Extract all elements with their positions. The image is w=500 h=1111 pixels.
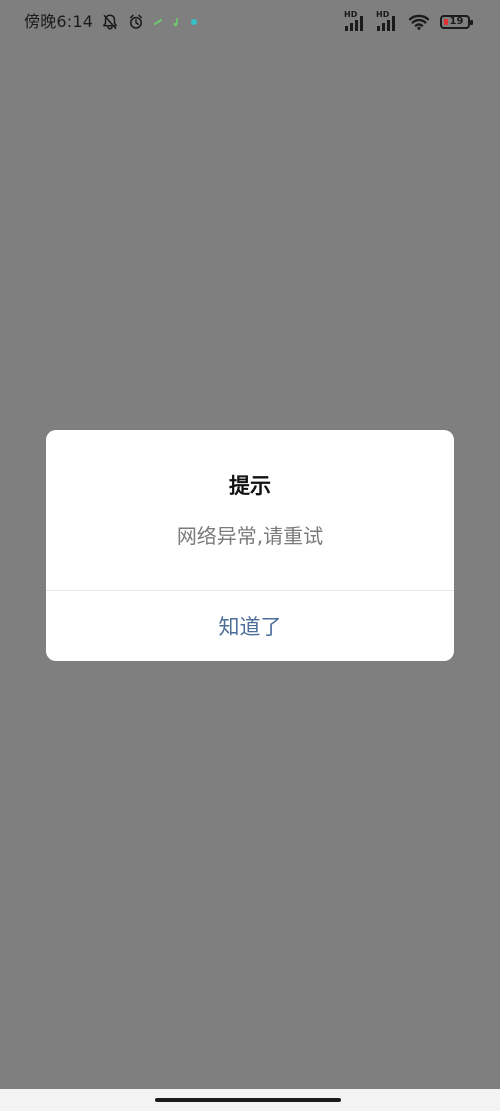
dialog-ok-button[interactable]: 知道了 xyxy=(46,591,454,661)
hd-label-1: HD xyxy=(344,10,358,19)
teal-dot-icon xyxy=(189,17,199,27)
hd-label-2: HD xyxy=(376,10,390,19)
status-left: 傍晚6:14 xyxy=(24,11,199,33)
dialog-title: 提示 xyxy=(229,474,271,498)
bottom-nav-area xyxy=(0,1089,500,1111)
music-note-icon xyxy=(171,17,181,27)
wifi-icon xyxy=(408,13,430,31)
status-right: HD HD 19 xyxy=(344,10,473,33)
alert-dialog: 提示 网络异常,请重试 知道了 xyxy=(46,430,454,661)
status-bar: 傍晚6:14 HD HD 19 xyxy=(0,0,500,44)
battery-level: 19 xyxy=(449,16,464,27)
alarm-clock-icon xyxy=(127,13,145,31)
dialog-message: 网络异常,请重试 xyxy=(176,524,324,548)
signal-2: HD xyxy=(376,10,398,32)
battery-fill xyxy=(444,19,448,25)
bell-slash-icon xyxy=(101,13,119,31)
status-time: 傍晚6:14 xyxy=(24,12,94,31)
home-indicator[interactable] xyxy=(155,1098,341,1102)
battery-indicator: 19 xyxy=(440,15,473,29)
green-notification-icon xyxy=(153,17,163,27)
signal-1: HD xyxy=(344,10,366,32)
